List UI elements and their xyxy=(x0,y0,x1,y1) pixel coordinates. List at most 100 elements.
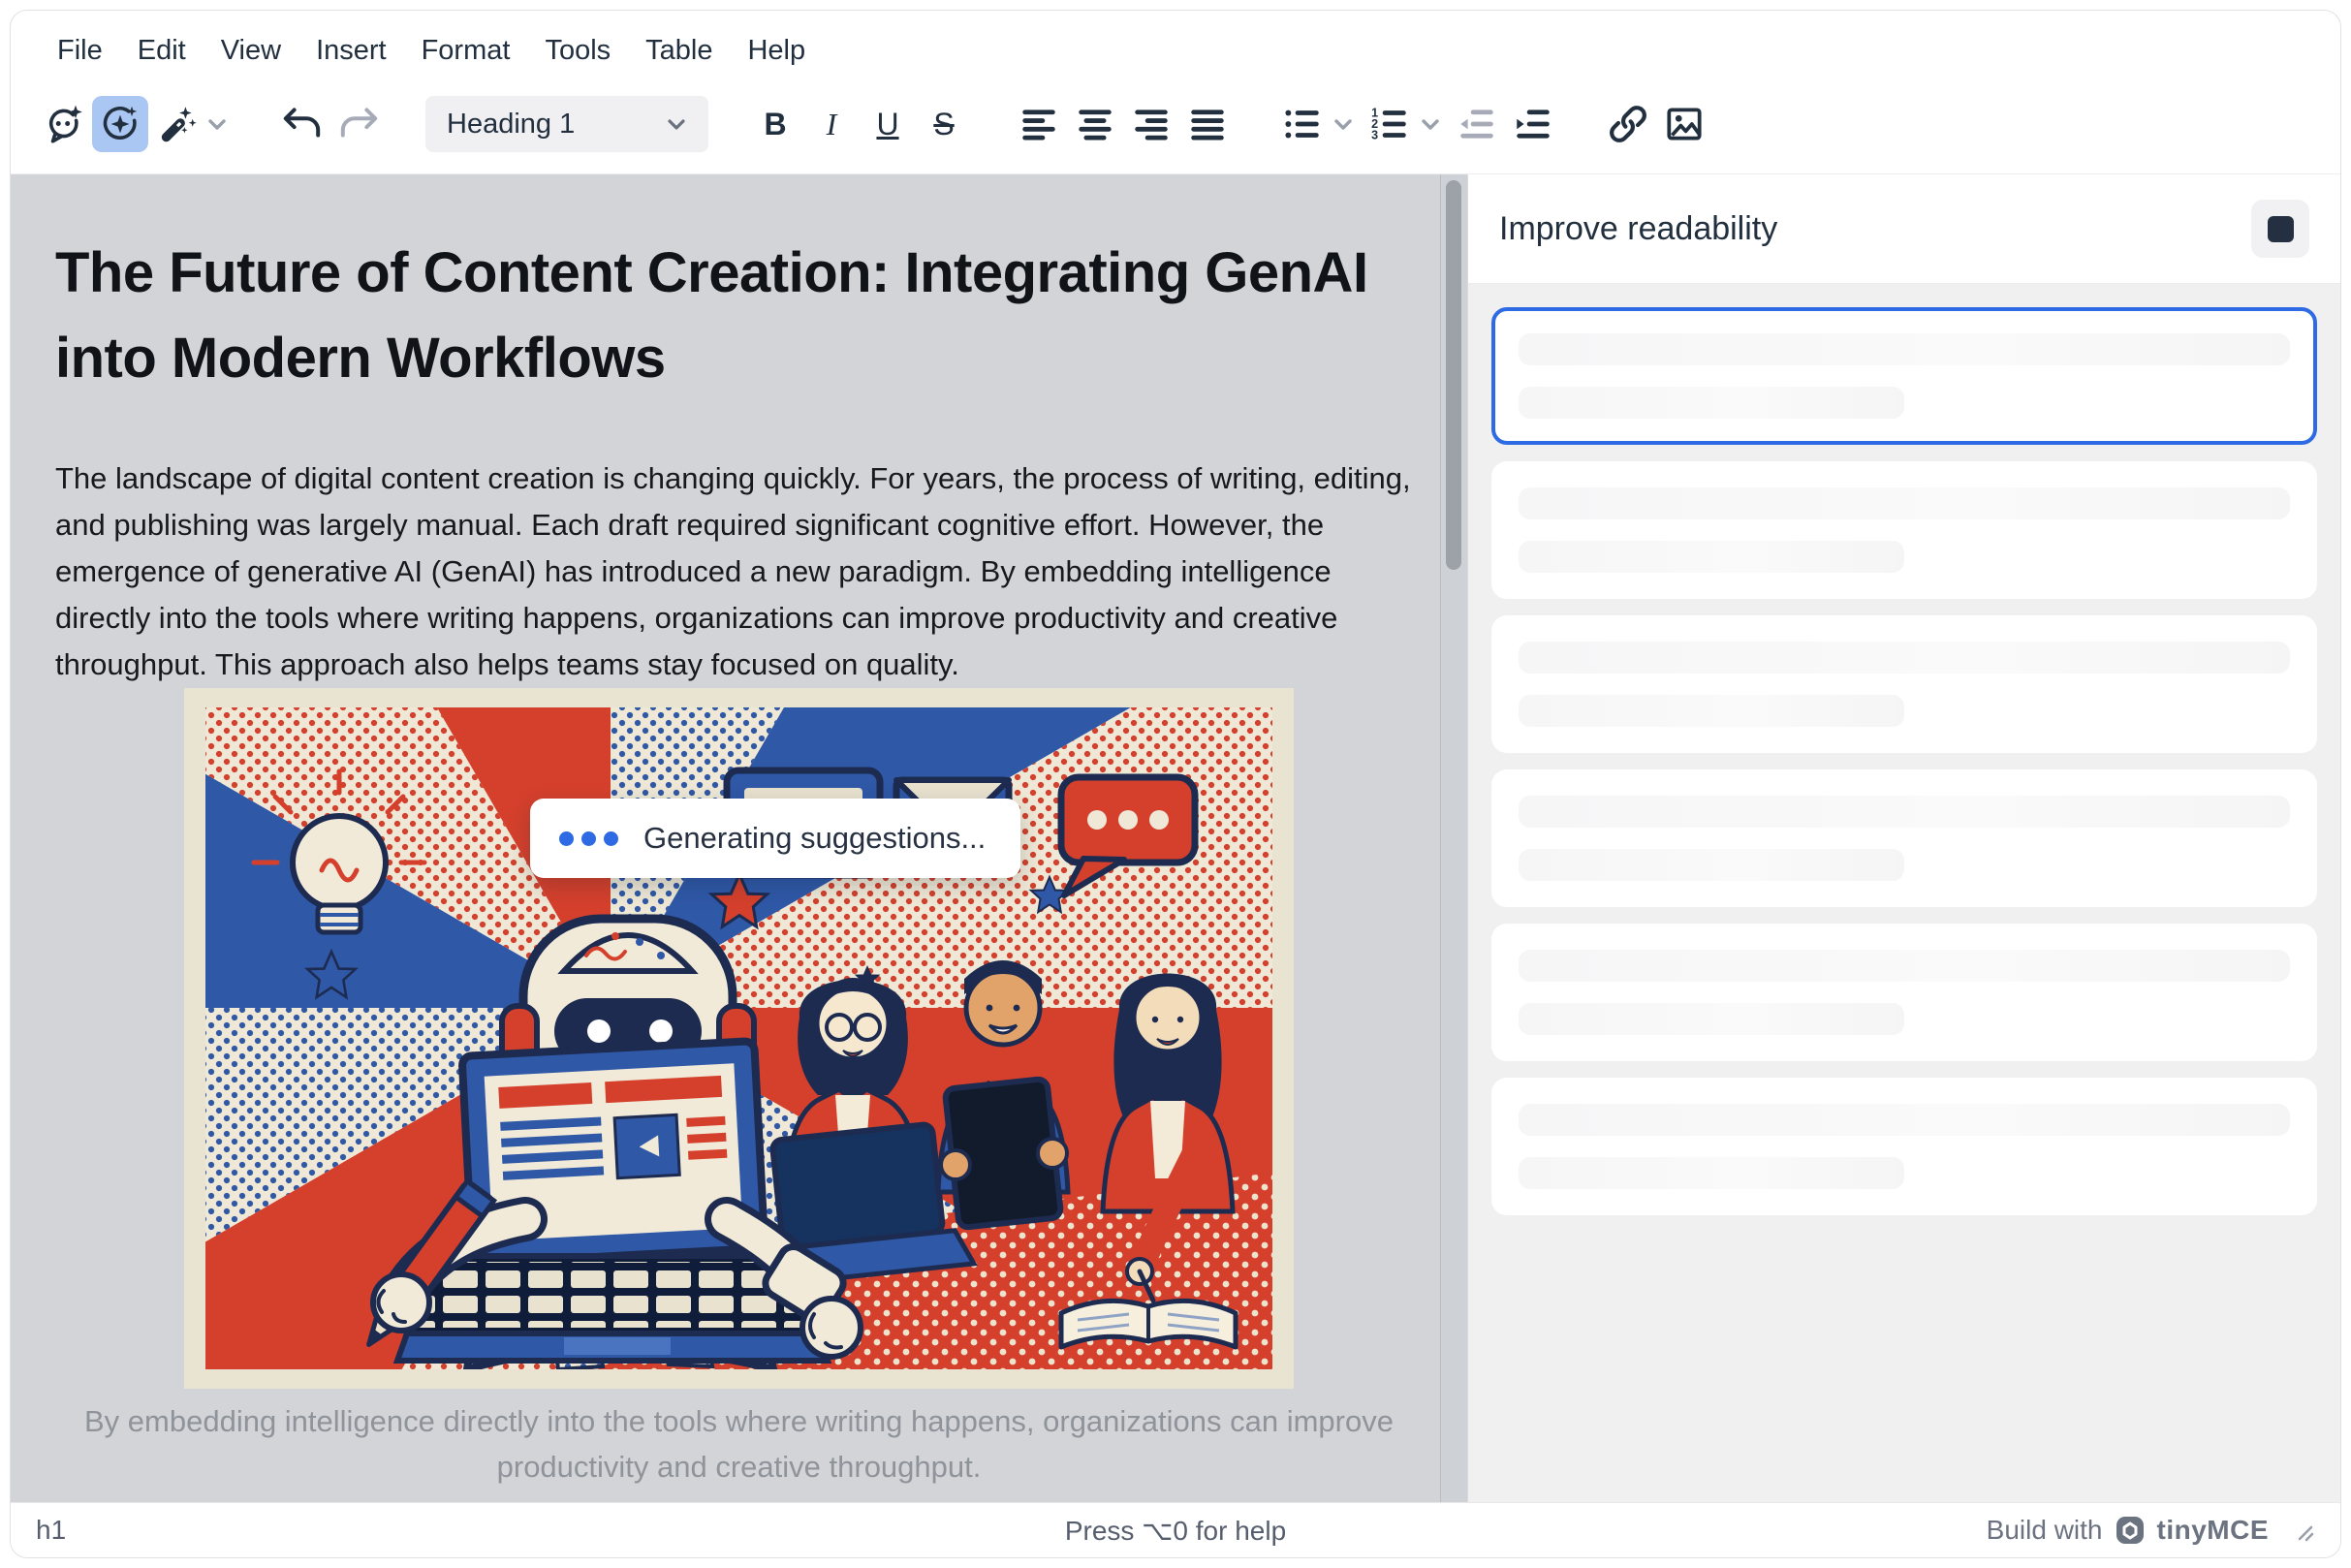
align-justify-button[interactable] xyxy=(1179,96,1236,152)
numbered-list-icon: 123 xyxy=(1367,102,1412,146)
skeleton-bar xyxy=(1519,796,2290,828)
menu-tools[interactable]: Tools xyxy=(527,27,628,75)
sidebar-title: Improve readability xyxy=(1499,210,1777,248)
skeleton-bar xyxy=(1519,695,1904,727)
link-button[interactable] xyxy=(1600,96,1656,152)
redo-icon xyxy=(336,102,381,146)
skeleton-bar xyxy=(1519,642,2290,674)
svg-text:3: 3 xyxy=(1371,129,1378,142)
resize-grip[interactable] xyxy=(2290,1518,2315,1543)
screen: FileEditViewInsertFormatToolsTableHelp xyxy=(0,0,2351,1568)
branding-prefix: Build with xyxy=(1987,1515,2103,1546)
numbered-list-button[interactable]: 123 xyxy=(1362,96,1418,152)
strikethrough-icon: S xyxy=(933,107,954,142)
toolbar: Heading 1 B I U S xyxy=(11,75,2340,173)
tinymce-editor-window: FileEditViewInsertFormatToolsTableHelp xyxy=(10,10,2341,1558)
undo-icon xyxy=(280,102,325,146)
scrollbar-thumb[interactable] xyxy=(1446,180,1461,570)
underline-icon: U xyxy=(876,107,898,142)
ai-improve-button[interactable] xyxy=(92,96,148,152)
skeleton-bar xyxy=(1519,487,2290,519)
link-icon xyxy=(1606,102,1650,146)
bullet-list-button[interactable] xyxy=(1274,96,1331,152)
strikethrough-button[interactable]: S xyxy=(916,96,972,152)
genai-illustration xyxy=(184,688,1294,1389)
chevron-down-icon[interactable] xyxy=(1327,108,1360,141)
menu-table[interactable]: Table xyxy=(628,27,730,75)
image-caption[interactable]: By embedding intelligence directly into … xyxy=(55,1398,1423,1490)
generating-suggestions-toast: Generating suggestions... xyxy=(530,799,1020,878)
chevron-down-icon[interactable] xyxy=(1414,108,1447,141)
editor-scrollbar[interactable] xyxy=(1440,174,1467,1502)
indent-icon xyxy=(1511,102,1555,146)
element-path[interactable]: h1 xyxy=(36,1515,66,1546)
stop-icon xyxy=(2268,216,2294,242)
tinymce-logo-icon xyxy=(2115,1515,2146,1546)
suggestion-list xyxy=(1468,284,2340,1239)
suggestion-card[interactable] xyxy=(1491,307,2317,445)
align-center-icon xyxy=(1073,102,1117,146)
skeleton-bar xyxy=(1519,333,2290,365)
sidebar-header: Improve readability xyxy=(1468,174,2340,284)
menu-insert[interactable]: Insert xyxy=(298,27,404,75)
suggestion-card[interactable] xyxy=(1491,461,2317,599)
align-justify-icon xyxy=(1185,102,1230,146)
skeleton-bar xyxy=(1519,1003,1904,1035)
menu-help[interactable]: Help xyxy=(730,27,823,75)
italic-button[interactable]: I xyxy=(803,96,860,152)
menu-format[interactable]: Format xyxy=(404,27,528,75)
image-icon xyxy=(1662,102,1707,146)
align-right-button[interactable] xyxy=(1123,96,1179,152)
menu-edit[interactable]: Edit xyxy=(120,27,204,75)
chevron-down-icon xyxy=(662,110,691,139)
align-left-icon xyxy=(1017,102,1061,146)
ai-assistant-button[interactable] xyxy=(36,96,92,152)
align-right-icon xyxy=(1129,102,1174,146)
suggestion-card[interactable] xyxy=(1491,1078,2317,1215)
ai-sidebar: Improve readability xyxy=(1467,174,2340,1502)
chevron-down-icon[interactable] xyxy=(201,108,234,141)
menu-file[interactable]: File xyxy=(40,27,120,75)
suggestion-card[interactable] xyxy=(1491,924,2317,1061)
skeleton-bar xyxy=(1519,1104,2290,1136)
ai-sparkle-circle-icon xyxy=(98,102,142,146)
ai-chat-sparkle-icon xyxy=(42,102,86,146)
status-bar: h1 Press ⌥0 for help Build with tinyMCE xyxy=(11,1502,2340,1557)
document-heading[interactable]: The Future of Content Creation: Integrat… xyxy=(55,231,1423,401)
suggestion-card[interactable] xyxy=(1491,615,2317,753)
italic-icon: I xyxy=(827,107,837,142)
align-left-button[interactable] xyxy=(1011,96,1067,152)
insert-image-button[interactable] xyxy=(1656,96,1712,152)
bullet-list-icon xyxy=(1280,102,1325,146)
bold-button[interactable]: B xyxy=(747,96,803,152)
redo-button[interactable] xyxy=(330,96,387,152)
indent-button[interactable] xyxy=(1505,96,1561,152)
skeleton-bar xyxy=(1519,950,2290,982)
document-image[interactable]: Generating suggestions... xyxy=(184,688,1294,1389)
branding-name[interactable]: tinyMCE xyxy=(2157,1515,2270,1546)
undo-button[interactable] xyxy=(274,96,330,152)
skeleton-bar xyxy=(1519,1157,1904,1189)
stop-generation-button[interactable] xyxy=(2251,200,2309,258)
outdent-icon xyxy=(1455,102,1499,146)
format-select-value: Heading 1 xyxy=(447,109,575,141)
underline-button[interactable]: U xyxy=(860,96,916,152)
main-area: The Future of Content Creation: Integrat… xyxy=(11,173,2340,1502)
generating-label: Generating suggestions... xyxy=(643,821,986,856)
loading-dots-icon xyxy=(559,831,618,846)
magic-wand-icon xyxy=(154,102,199,146)
outdent-button[interactable] xyxy=(1449,96,1505,152)
align-center-button[interactable] xyxy=(1067,96,1123,152)
editor-canvas[interactable]: The Future of Content Creation: Integrat… xyxy=(11,174,1467,1490)
skeleton-bar xyxy=(1519,387,1904,419)
ai-shortcuts-button[interactable] xyxy=(148,96,204,152)
editor-viewport: The Future of Content Creation: Integrat… xyxy=(11,174,1467,1502)
bold-icon: B xyxy=(764,107,786,142)
document-paragraph[interactable]: The landscape of digital content creatio… xyxy=(55,455,1423,688)
skeleton-bar xyxy=(1519,849,1904,881)
format-select[interactable]: Heading 1 xyxy=(425,96,708,152)
menu-view[interactable]: View xyxy=(204,27,298,75)
skeleton-bar xyxy=(1519,541,1904,573)
suggestion-card[interactable] xyxy=(1491,769,2317,907)
menu-bar: FileEditViewInsertFormatToolsTableHelp xyxy=(11,11,2340,75)
